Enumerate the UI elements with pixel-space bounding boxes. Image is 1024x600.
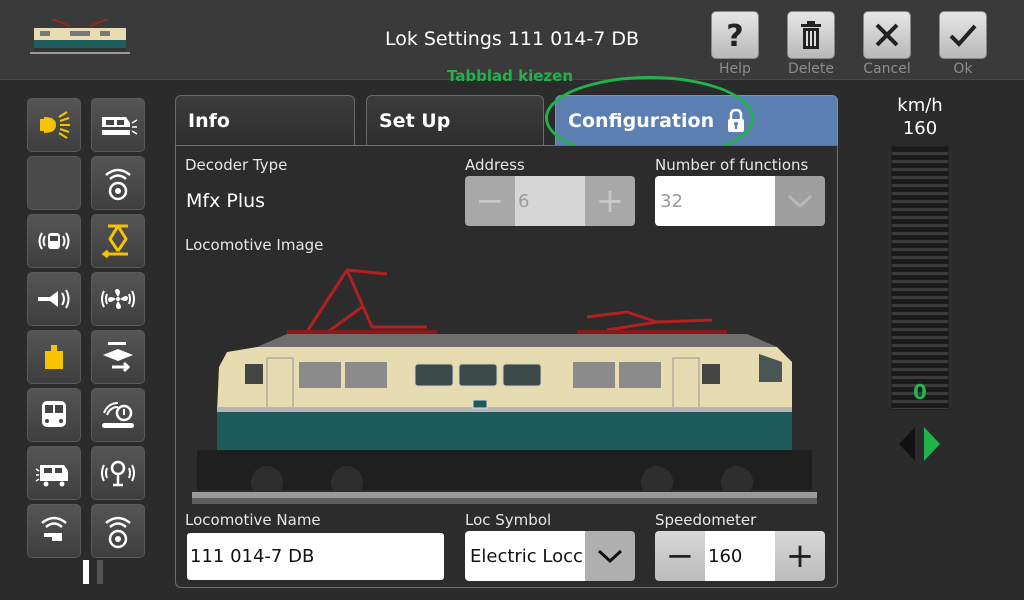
locomotive-image[interactable] [187,252,822,510]
function-button-speaker-sound[interactable] [91,504,145,558]
pause-scroll-indicator [83,560,103,584]
function-button-weight[interactable] [27,330,81,384]
pantograph-icon [101,224,128,259]
direction-reverse-icon[interactable] [897,427,917,461]
address-label: Address [465,156,525,174]
address-stepper: − 6 + [465,176,635,226]
function-button-sound[interactable] [91,156,145,210]
delete-button[interactable] [787,11,835,59]
speed-unit: km/h [897,95,943,116]
function-button-cab-sound[interactable] [27,214,81,268]
help-button[interactable]: ? [711,11,759,59]
tab-info-label: Info [188,109,230,132]
functions-count-label: Number of functions [655,156,809,174]
coupler-sound-icon [102,402,134,428]
ok-label: Ok [953,61,973,77]
decoder-type-label: Decoder Type [185,156,288,174]
tram-icon [42,401,66,427]
address-value: 6 [515,176,585,226]
function-button-whistle-sound[interactable] [27,504,81,558]
function-button-loco-sound[interactable] [27,446,81,500]
brake-sound-icon [101,460,135,487]
ok-button[interactable] [939,11,987,59]
cancel-button[interactable] [863,11,911,59]
chevron-down-icon [597,549,623,564]
functions-count-select: 32 [655,176,825,226]
speedometer-label: Speedometer [655,511,757,529]
functions-count-value: 32 [655,176,775,226]
loc-symbol-dropdown-arrow[interactable] [585,531,635,581]
locomotive-name-label: Locomotive Name [185,511,321,529]
loco-light-icon [102,117,138,135]
decoder-type-value: Mfx Plus [186,190,266,212]
function-button-brake-sound[interactable] [91,446,145,500]
loc-symbol-label: Loc Symbol [465,511,552,529]
trash-icon [801,21,821,49]
whistle-sound-icon [41,516,67,541]
loc-symbol-select[interactable]: Electric Locc [465,531,635,581]
svg-text:?: ? [726,19,743,51]
cab-sound-icon [38,232,70,250]
loco-sound-icon [35,465,68,487]
speaker-sound-icon [105,516,131,549]
question-icon: ? [726,19,743,51]
address-decrement-button: − [465,176,515,226]
delete-label: Delete [788,61,834,77]
function-button-shunting[interactable] [91,330,145,384]
shunting-icon [103,342,133,373]
speedometer-increment-button[interactable]: + [775,531,825,581]
headlight-icon [40,111,70,139]
sound-icon [105,168,131,201]
locomotive-name-input[interactable]: 111 014-7 DB [187,533,444,580]
function-button-horn[interactable] [27,272,81,326]
max-speed: 160 [902,118,938,139]
tab-set-up-label: Set Up [379,109,451,132]
help-label: Help [719,61,751,77]
weight-icon [45,345,63,369]
locomotive-thumbnail [30,18,130,54]
chevron-down-icon [787,194,813,209]
function-button-empty[interactable] [27,156,81,210]
speed-meter[interactable] [891,146,949,410]
horn-icon [38,289,70,309]
tab-info[interactable]: Info [175,95,355,145]
current-speed: 0 [913,380,927,404]
tab-set-up[interactable]: Set Up [366,95,544,145]
choose-tab-hint: Tabblad kiezen [447,67,573,85]
function-button-coupler-sound[interactable] [91,388,145,442]
address-increment-button: + [585,176,635,226]
function-button-headlight[interactable] [27,98,81,152]
function-button-fan-sound[interactable] [91,272,145,326]
function-button-loco-light[interactable] [91,98,145,152]
checkmark-icon [949,24,977,47]
functions-dropdown-arrow [775,176,825,226]
page-title: Lok Settings 111 014-7 DB [384,28,640,50]
speedometer-decrement-button[interactable]: − [655,531,705,581]
cancel-label: Cancel [863,61,911,77]
fan-sound-icon [101,289,135,309]
loc-symbol-value: Electric Locc [465,531,585,581]
direction-forward-icon[interactable] [922,427,942,461]
speedometer-stepper: − 160 + [655,531,825,581]
function-button-pantograph[interactable] [91,214,145,268]
close-icon [875,23,899,47]
function-button-tram[interactable] [27,388,81,442]
speedometer-value[interactable]: 160 [705,531,775,581]
